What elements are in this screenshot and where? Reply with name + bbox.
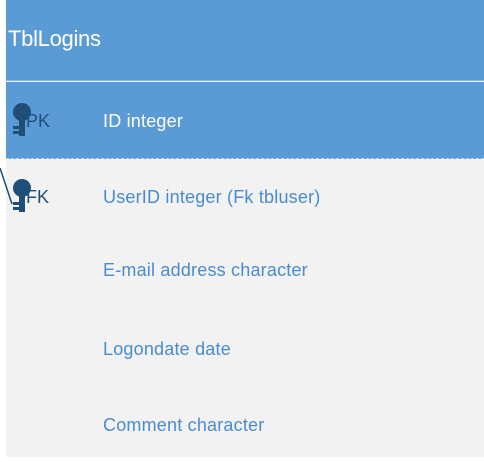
relationship-connector bbox=[0, 167, 13, 205]
field-name: Comment character bbox=[103, 415, 265, 435]
field-name: UserID integer (Fk tbluser) bbox=[103, 187, 321, 207]
field-row-logondate[interactable]: Logondate date bbox=[6, 310, 484, 386]
field-row-id[interactable]: PK ID integer bbox=[6, 82, 484, 159]
field-row-userid[interactable]: FK UserID integer (Fk tbluser) bbox=[6, 158, 484, 234]
entity-header: TblLogins bbox=[6, 0, 484, 81]
entity-title: TblLogins bbox=[8, 26, 101, 51]
primary-key-label: PK bbox=[26, 111, 51, 131]
entity-tbllogins[interactable]: TblLogins PK ID integer FK UserID intege… bbox=[6, 0, 484, 457]
field-row-comment[interactable]: Comment character bbox=[6, 386, 484, 462]
field-row-email[interactable]: E-mail address character bbox=[6, 231, 484, 307]
field-name: Logondate date bbox=[103, 339, 231, 359]
field-name: E-mail address character bbox=[103, 260, 308, 280]
field-name: ID integer bbox=[103, 111, 184, 131]
